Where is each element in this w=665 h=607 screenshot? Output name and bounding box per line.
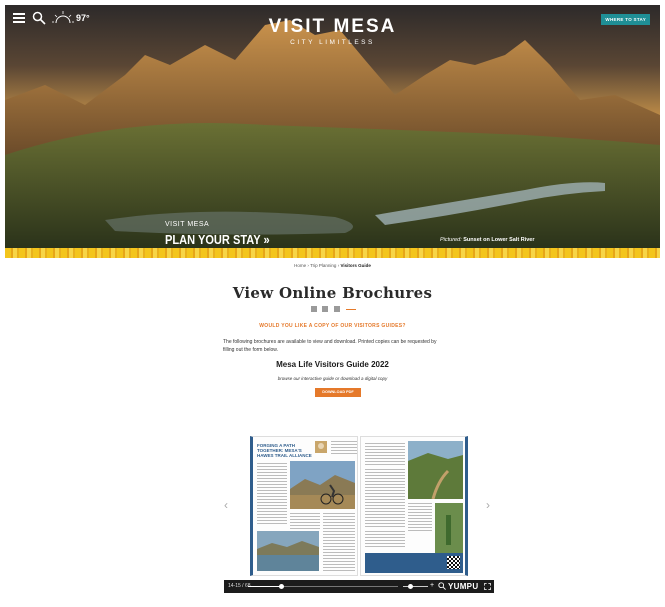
top-navigation-bar: 97° VISIT MESA CITY LIMITLESS WHERE TO S…: [5, 5, 660, 46]
visit-mesa-logo[interactable]: VISIT MESA CITY LIMITLESS: [5, 16, 660, 46]
guide-subtitle: browse our interactive guide or download…: [277, 376, 388, 381]
page-progress-slider[interactable]: [248, 584, 398, 589]
decorative-pattern-strip: [5, 248, 660, 258]
cactus-photo: [435, 503, 463, 553]
progress-fill: [248, 586, 281, 587]
article-text-block: [331, 441, 357, 455]
search-document-icon[interactable]: [438, 582, 446, 590]
article-text-block: [408, 503, 432, 531]
yumpu-logo[interactable]: YUMPU: [448, 582, 478, 591]
zoom-knob[interactable]: [408, 584, 413, 589]
caption-prefix: Pictured:: [440, 237, 462, 243]
zoom-in-icon[interactable]: +: [430, 582, 434, 590]
qr-code-icon: [447, 556, 460, 569]
share-divider: [346, 308, 357, 310]
page-title: View Online Brochures: [232, 284, 433, 302]
flipbook-controls: 14-15 / 68 + YUMPU: [224, 580, 494, 593]
article-text-block: [290, 513, 320, 529]
breadcrumb-home-link[interactable]: Home: [294, 263, 306, 268]
article-text-block: [257, 463, 287, 525]
hero-kicker: VISIT MESA: [165, 221, 210, 228]
article-text-block: [365, 531, 405, 549]
author-photo: [315, 441, 327, 453]
flipbook-left-page[interactable]: FORGING A PATH TOGETHER: MESA'S HAWES TR…: [250, 436, 358, 576]
hero-banner: 97° VISIT MESA CITY LIMITLESS WHERE TO S…: [5, 5, 660, 248]
next-page-arrow-icon[interactable]: ›: [486, 498, 490, 512]
progress-knob[interactable]: [278, 584, 284, 589]
breadcrumb-separator: ›: [307, 263, 309, 268]
lake-photo: [257, 531, 319, 571]
download-pdf-button[interactable]: DOWNLOAD PDF: [315, 388, 361, 397]
article-title: FORGING A PATH TOGETHER: MESA'S HAWES TR…: [257, 443, 312, 458]
caption-text: Sunset on Lower Salt River: [463, 237, 535, 243]
photo-caption: Pictured: Sunset on Lower Salt River: [440, 237, 534, 243]
zoom-slider[interactable]: [403, 586, 428, 587]
breadcrumb-current: Visitors Guide: [340, 263, 371, 268]
guide-title: Mesa Life Visitors Guide 2022: [276, 360, 389, 369]
breadcrumb-trip-planning-link[interactable]: Trip Planning: [310, 263, 336, 268]
flipbook-viewer[interactable]: FORGING A PATH TOGETHER: MESA'S HAWES TR…: [250, 436, 468, 576]
article-text-block: [365, 469, 405, 527]
email-icon[interactable]: [333, 306, 340, 312]
mountain-biker-photo: [290, 461, 355, 509]
logo-tagline: CITY LIMITLESS: [290, 39, 375, 46]
previous-page-arrow-icon[interactable]: ‹: [224, 498, 228, 512]
breadcrumb-separator: ›: [337, 263, 340, 268]
facebook-icon[interactable]: [310, 306, 317, 312]
twitter-icon[interactable]: [322, 306, 329, 312]
trail-photo: [408, 441, 463, 499]
fullscreen-icon[interactable]: [484, 583, 491, 590]
plan-your-stay-link[interactable]: PLAN YOUR STAY »: [165, 232, 270, 247]
breadcrumb: Home › Trip Planning › Visitors Guide: [0, 263, 665, 268]
article-text-block: [323, 513, 355, 573]
article-text-block: [365, 443, 405, 465]
advertisement-block[interactable]: [365, 553, 463, 573]
brochure-description: The following brochures are available to…: [223, 339, 437, 353]
logo-brand-text: VISIT MESA: [268, 16, 397, 37]
share-bar: [0, 306, 665, 312]
copy-question-heading[interactable]: WOULD YOU LIKE A COPY OF OUR VISITORS GU…: [0, 323, 665, 329]
where-to-stay-button[interactable]: WHERE TO STAY: [601, 14, 650, 25]
flipbook-right-page[interactable]: [360, 436, 468, 576]
